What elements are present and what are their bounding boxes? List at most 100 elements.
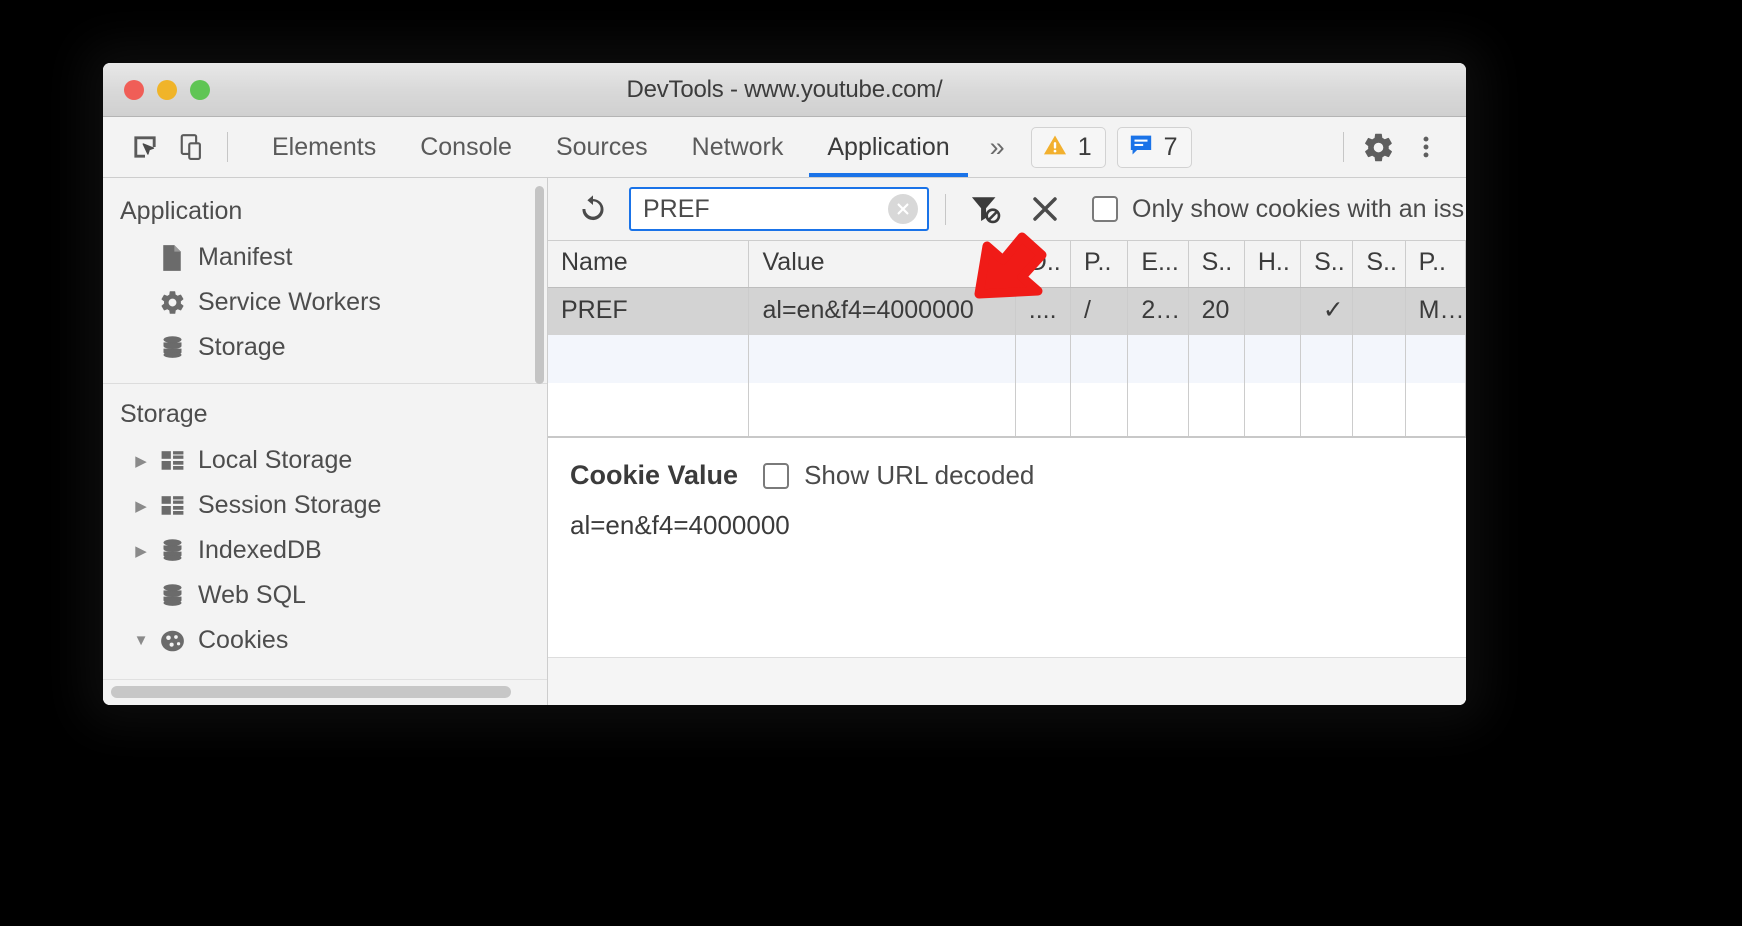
tab-label: Sources (555, 132, 648, 161)
cookie-pane-footer (548, 657, 1466, 705)
cell-secure: ✓ (1300, 287, 1354, 335)
toolbar-divider-right (1343, 132, 1344, 162)
column-header-httponly[interactable]: H.. (1244, 241, 1302, 288)
cookie-value-title: Cookie Value (570, 460, 739, 490)
cookies-table: Name Value D.. P.. E... S.. H.. S.. S.. (548, 241, 1466, 436)
tab-sources[interactable]: Sources (534, 117, 670, 177)
warning-badge[interactable]: 1 (1030, 126, 1106, 168)
table-filler-row (548, 335, 1466, 383)
application-sidebar: Application ▶ Manifest ▶ (103, 178, 548, 705)
message-count: 7 (1163, 132, 1178, 161)
warning-count: 1 (1077, 132, 1092, 161)
cookie-filter-field[interactable] (629, 187, 929, 231)
cell-value: al=en&f4=4000000 (748, 287, 1016, 335)
database-icon (154, 537, 190, 564)
sidebar-item-web-sql[interactable]: ▶ Web SQL (103, 573, 547, 618)
cookies-table-area: Name Value D.. P.. E... S.. H.. S.. S.. (548, 241, 1466, 436)
sidebar-item-label: Service Workers (198, 288, 381, 316)
sidebar-item-session-storage[interactable]: ▶ Session Storage (103, 483, 547, 528)
only-show-issues-label: Only show cookies with an iss (1132, 194, 1465, 223)
twisty-expanded-icon[interactable]: ▼ (128, 632, 154, 649)
column-header-name[interactable]: Name (548, 241, 750, 288)
window-titlebar: DevTools - www.youtube.com/ (103, 63, 1466, 117)
table-row[interactable]: PREF al=en&f4=4000000 .... / 2… 20 ✓ M… (548, 287, 1466, 335)
sidebar-item-local-storage[interactable]: ▶ Local Storage (103, 438, 547, 483)
show-url-decoded-checkbox[interactable] (763, 462, 790, 489)
gear-icon[interactable] (1354, 125, 1402, 169)
sidebar-item-storage[interactable]: ▶ Storage (103, 325, 547, 370)
sidebar-item-cookies[interactable]: ▼ Cookies (103, 618, 547, 663)
cell-expires: 2… (1127, 287, 1189, 335)
column-header-priority[interactable]: P.. (1405, 241, 1466, 288)
filter-toolbar-divider (945, 193, 946, 225)
tab-label: Application (827, 132, 950, 161)
device-toolbar-icon[interactable] (169, 125, 217, 169)
filter-input[interactable] (631, 189, 927, 229)
tab-label: Network (691, 132, 784, 161)
sidebar-item-manifest[interactable]: ▶ Manifest (103, 235, 547, 280)
column-header-size[interactable]: S.. (1188, 241, 1245, 288)
sidebar-item-label: Web SQL (198, 581, 306, 609)
only-show-issues-row[interactable]: Only show cookies with an iss (1092, 195, 1464, 224)
twisty-collapsed-icon[interactable]: ▶ (128, 452, 154, 470)
devtools-window: DevTools - www.youtube.com/ Elements Con… (103, 63, 1466, 705)
screenshot-root: DevTools - www.youtube.com/ Elements Con… (0, 0, 1742, 926)
document-icon (154, 244, 190, 272)
more-tabs-icon[interactable]: » (972, 132, 1019, 163)
cookie-value-text: al=en&f4=4000000 (570, 510, 790, 540)
gear-icon (154, 289, 190, 316)
panel-tabs: Elements Console Sources Network Applica… (250, 117, 972, 177)
devtools-body: Application ▶ Manifest ▶ (103, 178, 1466, 705)
sidebar-section-storage: Storage (120, 400, 208, 428)
cell-name: PREF (548, 287, 750, 335)
cookie-value-pane: Cookie Value Show URL decoded al=en&f4=4… (548, 436, 1466, 705)
sidebar-item-label: Storage (198, 333, 286, 361)
column-header-samesite[interactable]: S.. (1352, 241, 1406, 288)
sidebar-item-label: Session Storage (198, 491, 382, 519)
cell-priority: M… (1405, 287, 1466, 335)
refresh-icon[interactable] (570, 186, 616, 232)
sidebar-horizontal-scrollbar[interactable] (111, 686, 511, 698)
tab-elements[interactable]: Elements (250, 117, 398, 177)
sidebar-item-indexeddb[interactable]: ▶ IndexedDB (103, 528, 547, 573)
cell-size: 20 (1188, 287, 1245, 335)
cell-samesite (1352, 287, 1406, 335)
twisty-collapsed-icon[interactable]: ▶ (128, 542, 154, 560)
cookie-value-header: Cookie Value Show URL decoded (570, 460, 1466, 491)
column-header-value[interactable]: Value (748, 241, 1016, 288)
sidebar-section-application: Application (120, 197, 243, 225)
clear-filtered-cookies-icon[interactable] (962, 186, 1008, 232)
table-icon (154, 494, 190, 518)
sidebar-item-label: Cookies (198, 626, 289, 654)
kebab-menu-icon[interactable] (1402, 125, 1450, 169)
column-header-domain[interactable]: D.. (1015, 241, 1072, 288)
column-header-expires[interactable]: E... (1127, 241, 1189, 288)
sidebar-horizontal-scroll-track (103, 679, 547, 705)
inspect-element-icon[interactable] (121, 125, 169, 169)
twisty-collapsed-icon[interactable]: ▶ (128, 497, 154, 515)
toolbar-divider (227, 132, 228, 162)
database-icon (154, 334, 190, 361)
tab-label: Elements (272, 132, 377, 161)
window-title: DevTools - www.youtube.com/ (626, 75, 943, 103)
only-show-issues-checkbox[interactable] (1092, 196, 1118, 222)
table-header-row: Name Value D.. P.. E... S.. H.. S.. S.. (548, 241, 1466, 288)
message-badge[interactable]: 7 (1116, 126, 1192, 168)
clear-all-cookies-icon[interactable] (1022, 186, 1068, 232)
tab-network[interactable]: Network (670, 117, 806, 177)
devtools-toolbar: Elements Console Sources Network Applica… (103, 117, 1466, 178)
column-header-path[interactable]: P.. (1070, 241, 1129, 288)
cookie-icon (154, 628, 190, 654)
tab-console[interactable]: Console (398, 117, 534, 177)
sidebar-scroll-content: Application ▶ Manifest ▶ (103, 178, 547, 663)
tab-application[interactable]: Application (805, 117, 971, 177)
database-icon (154, 582, 190, 609)
clear-input-icon[interactable] (888, 194, 918, 224)
column-header-secure[interactable]: S.. (1300, 241, 1354, 288)
sidebar-item-service-workers[interactable]: ▶ Service Workers (103, 280, 547, 325)
message-bubble-icon (1128, 132, 1154, 163)
sidebar-vertical-scrollbar[interactable] (535, 186, 544, 384)
sidebar-item-label: Manifest (198, 243, 293, 271)
show-url-decoded-row[interactable]: Show URL decoded (763, 460, 1034, 491)
cell-domain: .... (1015, 287, 1072, 335)
